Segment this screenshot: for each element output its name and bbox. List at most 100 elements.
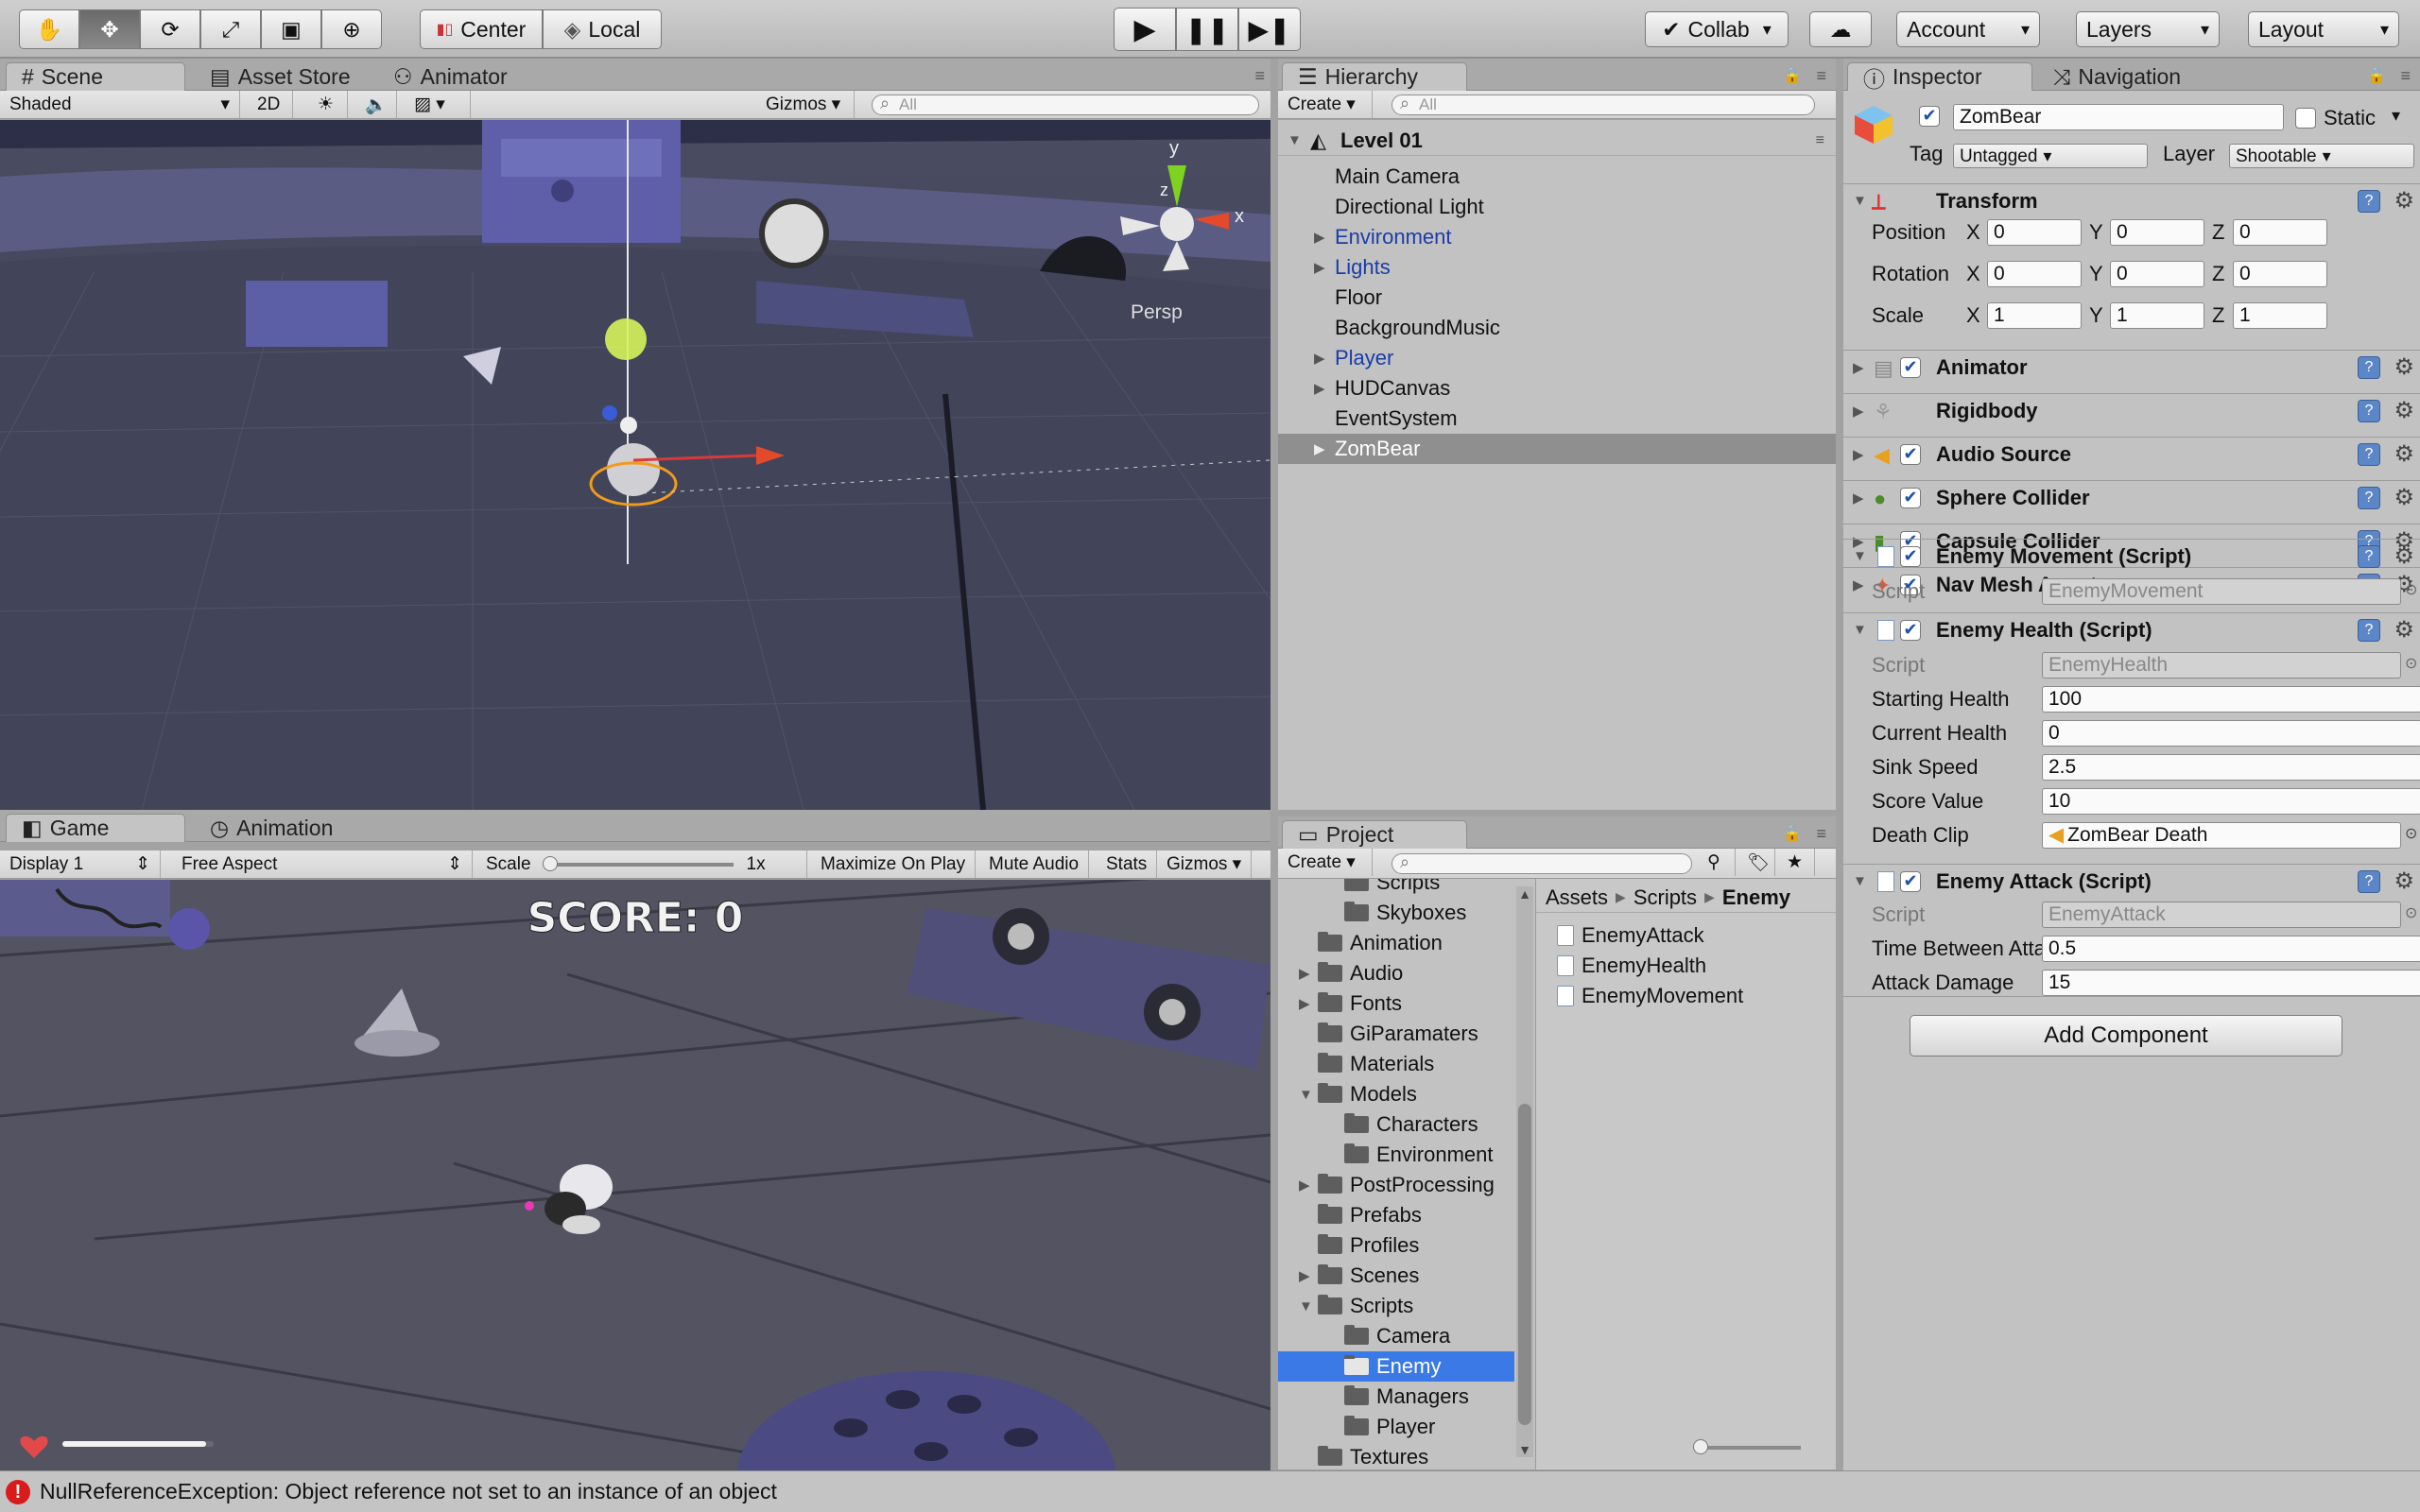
transform-position-y-field[interactable]: 0 [2110,219,2204,246]
asset-file-item[interactable]: EnemyAttack [1557,920,1704,951]
favorites-button[interactable]: ★ [1777,849,1815,876]
sphere-collider-component-header[interactable]: ▶ ● ✔ Sphere Collider? ⚙ [1843,480,2420,514]
transform-position-x-field[interactable]: 0 [1987,219,2082,246]
add-component-button[interactable]: Add Component [1910,1015,2342,1057]
component-enabled-checkbox[interactable]: ✔ [1900,444,1921,465]
expand-triangle-icon[interactable]: ▶ [1299,995,1310,1012]
tab-animator[interactable]: ⚇ Animator [378,62,523,91]
asset-file-item[interactable]: EnemyHealth [1557,951,1706,981]
folder-tree-item[interactable]: Camera [1278,1321,1514,1351]
layers-dropdown[interactable]: Layers [2076,11,2220,47]
folder-tree-item[interactable]: ▼ Scripts [1278,1291,1514,1321]
play-button[interactable]: ▶ [1114,8,1176,51]
gear-icon[interactable]: ⚙ [2394,397,2414,424]
scene-header-level01[interactable]: ▼ ◭ Level 01 ≡ [1278,126,1836,156]
aspect-dropdown[interactable]: Free Aspect ⇕ [172,850,473,878]
gizmos-dropdown[interactable]: Gizmos ▾ [756,91,855,118]
lock-icon[interactable]: 🔒 [2367,66,2386,85]
scale-slider[interactable]: Scale 1x [476,850,807,878]
gear-icon[interactable]: ⚙ [2394,542,2414,570]
icon-size-slider[interactable] [1693,1439,1801,1454]
folder-tree-item[interactable]: ▶ Scenes [1278,1261,1514,1291]
collapse-triangle-icon[interactable]: ▼ [1299,1298,1313,1314]
component-enabled-checkbox[interactable]: ✔ [1900,357,1921,378]
cloud-button[interactable]: ☁ [1809,11,1872,47]
breadcrumb-scripts[interactable]: Scripts [1634,885,1697,910]
folder-tree-item[interactable]: Environment [1278,1140,1514,1170]
help-book-icon[interactable]: ? [2358,544,2380,568]
rect-tool-button[interactable]: ▣ [261,9,321,49]
account-dropdown[interactable]: Account [1896,11,2040,47]
mute-audio-toggle[interactable]: Mute Audio [979,850,1090,878]
enemy-health-value-field[interactable]: 100 [2042,686,2420,713]
tag-dropdown[interactable]: Untagged [1953,144,2148,168]
folder-tree-item[interactable]: Animation [1278,928,1514,958]
game-gizmos-dropdown[interactable]: Gizmos ▾ [1157,850,1253,878]
animator-component-header[interactable]: ▶ ▤ ✔ Animator? ⚙ [1843,350,2420,384]
console-status-bar[interactable]: ! NullReferenceException: Object referen… [0,1470,2420,1512]
step-button[interactable]: ▶❚ [1238,8,1301,51]
scene-search-input[interactable]: All [872,94,1259,115]
layer-dropdown[interactable]: Shootable [2229,144,2414,168]
folder-tree-item[interactable]: Player [1278,1412,1514,1442]
lighting-toggle[interactable]: ☀ [308,91,348,118]
transform-rotation-x-field[interactable]: 0 [1987,261,2082,287]
enemy-attack-header[interactable]: ▼ ✔ Enemy Attack (Script) ? ⚙ [1843,864,2420,898]
gear-icon[interactable]: ⚙ [2394,868,2414,895]
scroll-up-arrow-icon[interactable]: ▲ [1516,886,1533,902]
help-book-icon[interactable]: ? [2358,189,2380,213]
folder-tree-item[interactable]: Characters [1278,1109,1514,1140]
folder-tree-item[interactable]: Managers [1278,1382,1514,1412]
expand-triangle-icon[interactable]: ▶ [1314,229,1325,246]
help-book-icon[interactable]: ? [2358,486,2380,509]
help-book-icon[interactable]: ? [2358,442,2380,466]
hierarchy-item[interactable]: ▶ HUDCanvas [1278,373,1836,404]
enemy-health-enabled-checkbox[interactable]: ✔ [1900,620,1921,641]
tab-project[interactable]: ▭ Project [1282,820,1467,849]
audio-toggle[interactable]: 🔈 [355,91,397,118]
enemy-health-value-field[interactable]: 2.5 [2042,754,2420,781]
audio-source-component-header[interactable]: ▶ ◀ ✔ Audio Source? ⚙ [1843,437,2420,471]
folder-tree-item[interactable]: ▶ PostProcessing [1278,1170,1514,1200]
folder-tree-item[interactable]: Enemy [1278,1351,1514,1382]
hierarchy-item[interactable]: Floor [1278,283,1836,313]
move-tool-button[interactable]: ✥ [79,9,140,49]
transform-component-header[interactable]: ▼ ⟂ Transform ? ⚙ [1843,183,2420,217]
scene-menu-icon[interactable]: ≡ [1816,132,1824,149]
gear-icon[interactable]: ⚙ [2394,187,2414,215]
folder-tree-item[interactable]: Materials [1278,1049,1514,1079]
hierarchy-item[interactable]: ▶ Environment [1278,222,1836,252]
enemy-health-header[interactable]: ▼ ✔ Enemy Health (Script) ? ⚙ [1843,612,2420,646]
help-book-icon[interactable]: ? [2358,355,2380,379]
gear-icon[interactable]: ⚙ [2394,616,2414,644]
tab-navigation[interactable]: ⤨ Navigation [2038,62,2196,91]
folder-tree-item[interactable]: GiParamaters [1278,1019,1514,1049]
enemy-health-value-field[interactable]: 10 [2042,788,2420,815]
breadcrumb-enemy[interactable]: Enemy [1722,885,1790,910]
tab-inspector[interactable]: ⓘ Inspector [1847,62,2032,92]
help-book-icon[interactable]: ? [2358,399,2380,422]
hierarchy-item[interactable]: Main Camera [1278,162,1836,192]
collapse-triangle-icon[interactable]: ▼ [1299,1087,1313,1103]
transform-scale-x-field[interactable]: 1 [1987,302,2082,329]
help-book-icon[interactable]: ? [2358,869,2380,893]
hierarchy-item[interactable]: Directional Light [1278,192,1836,222]
tab-animation[interactable]: ◷ Animation [195,814,348,842]
rotate-tool-button[interactable]: ⟳ [140,9,200,49]
hierarchy-item[interactable]: ▶ Lights [1278,252,1836,283]
layout-dropdown[interactable]: Layout [2248,11,2399,47]
mode-2d-toggle[interactable]: 2D [248,91,293,118]
enemy-movement-header[interactable]: ▼ ✔ Enemy Movement (Script) ? ⚙ [1843,539,2420,573]
folder-tree-item[interactable]: Skyboxes [1278,898,1514,928]
lock-icon[interactable]: 🔒 [1783,824,1802,843]
enemy-attack-enabled-checkbox[interactable]: ✔ [1900,871,1921,892]
persp-label[interactable]: Persp [1131,301,1183,323]
gear-icon[interactable]: ⚙ [2394,484,2414,511]
transform-position-z-field[interactable]: 0 [2233,219,2327,246]
enemy-health-value-field[interactable]: 0 [2042,720,2420,747]
shading-dropdown[interactable]: Shaded ▾ [0,91,240,118]
breadcrumb-assets[interactable]: Assets [1546,885,1608,910]
folder-tree-item[interactable]: ▶ Audio [1278,958,1514,988]
object-picker-icon[interactable]: ⊙ [2405,580,2417,599]
object-name-field[interactable]: ZomBear [1953,104,2284,130]
